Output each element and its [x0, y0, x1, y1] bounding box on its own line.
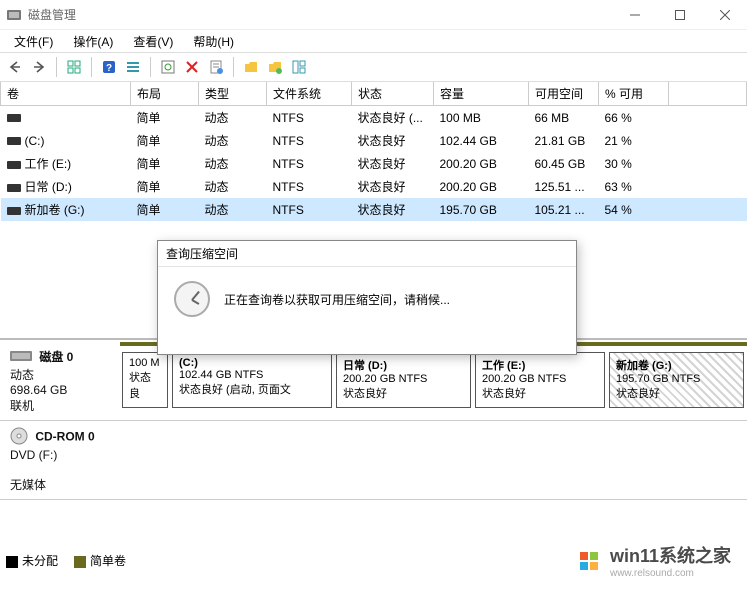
table-row[interactable]: 工作 (E:)简单动态NTFS状态良好200.20 GB60.45 GB30 % [1, 152, 747, 175]
table-row[interactable]: 日常 (D:)简单动态NTFS状态良好200.20 GB125.51 ...63… [1, 175, 747, 198]
partition[interactable]: 100 M状态良 [122, 352, 168, 408]
properties-icon[interactable] [205, 56, 227, 78]
optical-disc-icon [10, 427, 28, 448]
menu-file[interactable]: 文件(F) [4, 31, 63, 52]
forward-button[interactable] [28, 56, 50, 78]
table-header-row: 卷 布局 类型 文件系统 状态 容量 可用空间 % 可用 [1, 82, 747, 106]
partition[interactable]: 日常 (D:)200.20 GB NTFS状态良好 [336, 352, 471, 408]
disk-row-cdrom: CD-ROM 0 DVD (F:) 无媒体 [0, 421, 747, 500]
partition[interactable]: 新加卷 (G:)195.70 GB NTFS状态良好 [609, 352, 744, 408]
col-pct[interactable]: % 可用 [599, 82, 669, 106]
col-volume[interactable]: 卷 [1, 82, 131, 106]
window-title: 磁盘管理 [28, 6, 76, 23]
cdrom-line3: 无媒体 [10, 478, 46, 492]
partition[interactable]: 工作 (E:)200.20 GB NTFS状态良好 [475, 352, 605, 408]
app-icon [6, 7, 22, 23]
views-button[interactable] [63, 56, 85, 78]
folder-icon[interactable] [240, 56, 262, 78]
toolbar: ? [0, 52, 747, 82]
col-fs[interactable]: 文件系统 [267, 82, 352, 106]
cdrom-line2: DVD (F:) [10, 448, 57, 462]
clock-icon [174, 281, 210, 317]
volume-icon [7, 184, 21, 192]
menu-help[interactable]: 帮助(H) [183, 31, 244, 52]
help-icon[interactable]: ? [98, 56, 120, 78]
menu-view[interactable]: 查看(V) [123, 31, 183, 52]
legend-unallocated: 未分配 [6, 552, 58, 569]
cdrom-header[interactable]: CD-ROM 0 DVD (F:) 无媒体 [0, 421, 120, 499]
cdrom-body [120, 421, 747, 499]
dialog-message: 正在查询卷以获取可用压缩空间，请稍候... [224, 291, 450, 308]
close-button[interactable] [702, 0, 747, 30]
col-state[interactable]: 状态 [352, 82, 434, 106]
volume-icon [7, 114, 21, 122]
volume-table[interactable]: 卷 布局 类型 文件系统 状态 容量 可用空间 % 可用 简单动态NTFS状态良… [0, 82, 747, 221]
back-button[interactable] [4, 56, 26, 78]
disk-0-type: 动态 [10, 368, 34, 382]
volume-icon [7, 207, 21, 215]
volume-icon [7, 161, 21, 169]
watermark-url: www.relsound.com [610, 568, 731, 579]
menu-bar: 文件(F) 操作(A) 查看(V) 帮助(H) [0, 30, 747, 52]
shrink-query-dialog: 查询压缩空间 正在查询卷以获取可用压缩空间，请稍候... [157, 240, 577, 355]
layout-icon[interactable] [288, 56, 310, 78]
table-row[interactable]: 简单动态NTFS状态良好 (...100 MB66 MB66 % [1, 106, 747, 130]
volume-icon [7, 137, 21, 145]
disk-map-pane: 磁盘 0 动态 698.64 GB 联机 100 M状态良(C:)102.44 … [0, 342, 747, 537]
watermark-brand: win11系统之家 [610, 542, 731, 568]
legend-simple-volume: 简单卷 [74, 552, 126, 569]
maximize-button[interactable] [657, 0, 702, 30]
col-cap[interactable]: 容量 [434, 82, 529, 106]
disk-0-header[interactable]: 磁盘 0 动态 698.64 GB 联机 [0, 342, 120, 420]
title-bar: 磁盘管理 [0, 0, 747, 30]
cdrom-name: CD-ROM 0 [35, 430, 94, 444]
col-type[interactable]: 类型 [199, 82, 267, 106]
delete-icon[interactable] [181, 56, 203, 78]
table-row[interactable]: (C:)简单动态NTFS状态良好102.44 GB21.81 GB21 % [1, 129, 747, 152]
table-row[interactable]: 新加卷 (G:)简单动态NTFS状态良好195.70 GB105.21 ...5… [1, 198, 747, 221]
disk-0-name: 磁盘 0 [39, 350, 73, 364]
watermark: win11系统之家 www.relsound.com [570, 538, 739, 583]
col-free[interactable]: 可用空间 [529, 82, 599, 106]
refresh-icon[interactable] [157, 56, 179, 78]
watermark-logo-icon [578, 549, 602, 573]
new-folder-icon[interactable] [264, 56, 286, 78]
minimize-button[interactable] [612, 0, 657, 30]
col-layout[interactable]: 布局 [131, 82, 199, 106]
list-icon[interactable] [122, 56, 144, 78]
legend: 未分配 简单卷 [6, 552, 126, 569]
dialog-title: 查询压缩空间 [158, 241, 576, 267]
menu-action[interactable]: 操作(A) [63, 31, 123, 52]
col-spacer [669, 82, 747, 106]
disk-0-size: 698.64 GB [10, 383, 67, 397]
partition[interactable]: (C:)102.44 GB NTFS状态良好 (启动, 页面文 [172, 352, 332, 408]
svg-text:?: ? [106, 63, 112, 74]
disk-0-status: 联机 [10, 399, 34, 413]
hard-disk-icon [10, 349, 32, 366]
